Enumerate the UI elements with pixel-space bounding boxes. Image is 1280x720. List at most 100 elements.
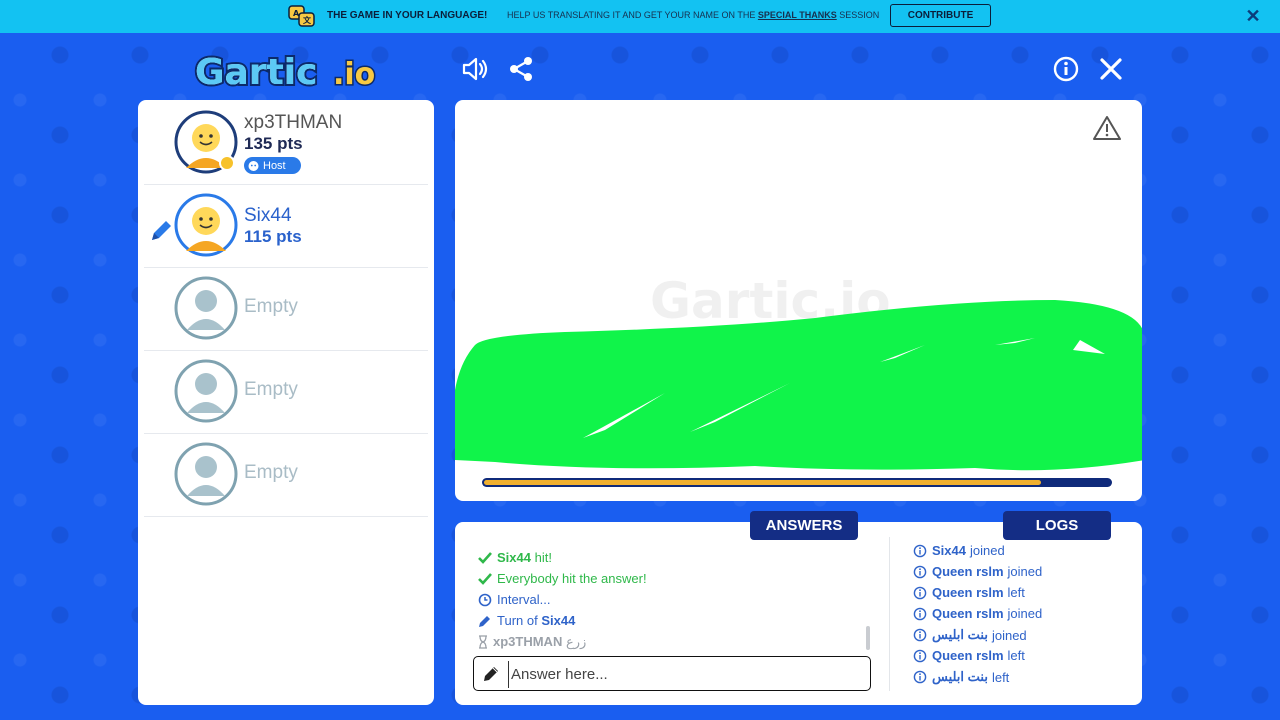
answer-text-part: Turn of xyxy=(497,613,542,628)
log-action: joined xyxy=(1007,564,1043,579)
player-points: 115 pts xyxy=(244,227,302,246)
log-action: left xyxy=(1007,585,1025,600)
info-icon xyxy=(913,628,927,642)
answer-text-part: زرع xyxy=(562,634,587,649)
check-icon xyxy=(478,551,492,564)
answer-text: Six44 hit! xyxy=(497,550,552,565)
answer-item: Turn of Six44 xyxy=(478,613,575,628)
answer-text-part: hit! xyxy=(530,550,552,565)
log-item: Queen rslm left xyxy=(913,648,1025,663)
log-player-name: Queen rslm xyxy=(932,585,1004,600)
player-row: Empty xyxy=(144,351,428,434)
answer-player-name: Six44 xyxy=(497,550,531,565)
answers-scrollbar[interactable] xyxy=(866,626,870,650)
player-points: 135 pts xyxy=(244,134,303,153)
log-action: joined xyxy=(991,627,1027,643)
empty-avatar-icon xyxy=(174,442,238,506)
empty-avatar-icon xyxy=(174,359,238,423)
log-player-name: بنت ابليس xyxy=(932,627,988,642)
answer-item: Interval... xyxy=(478,592,550,607)
log-item: Six44 joined xyxy=(913,543,1005,558)
log-player-name: Queen rslm xyxy=(932,648,1004,663)
translate-icon: A 文 xyxy=(288,5,315,27)
info-icon xyxy=(913,670,927,684)
answer-text: Interval... xyxy=(497,592,550,607)
answer-input[interactable] xyxy=(508,661,863,688)
player-name: Empty xyxy=(244,462,298,483)
answer-text-part: Everybody hit the answer! xyxy=(497,571,647,586)
answer-text-part: Interval... xyxy=(497,592,551,607)
drawing-canvas[interactable]: Gartic.io xyxy=(455,100,1142,501)
host-badge: Host xyxy=(244,157,301,174)
answer-text: Turn of Six44 xyxy=(497,613,575,628)
drawing-stroke xyxy=(455,300,1142,471)
check-icon xyxy=(478,572,492,585)
log-item: Queen rslm left xyxy=(913,585,1025,600)
empty-avatar-icon xyxy=(174,276,238,340)
round-timer-fill xyxy=(484,480,1041,485)
log-item: Queen rslm joined xyxy=(913,606,1042,621)
log-player-name: Six44 xyxy=(932,543,966,558)
hourglass-icon xyxy=(479,635,487,649)
svg-text:文: 文 xyxy=(303,15,312,25)
pencil-icon xyxy=(152,221,171,240)
close-icon[interactable] xyxy=(1096,54,1126,84)
share-icon[interactable] xyxy=(506,54,536,84)
pencil-icon xyxy=(479,615,490,627)
gartic-logo: Gartic Gartic .io xyxy=(193,50,377,92)
player-row: Six44 115 pts xyxy=(144,185,428,268)
answer-text: Everybody hit the answer! xyxy=(497,571,647,586)
log-action: left xyxy=(991,669,1010,685)
banner-subtext-suffix: SESSION xyxy=(836,10,880,20)
log-action: joined xyxy=(969,543,1005,558)
info-icon xyxy=(913,586,927,599)
contribute-button[interactable]: CONTRIBUTE xyxy=(890,4,991,27)
log-item: Queen rslm joined xyxy=(913,564,1042,579)
special-thanks-link[interactable]: SPECIAL THANKS xyxy=(758,10,837,20)
avatar xyxy=(174,110,238,174)
log-item: بنت ابليس left xyxy=(913,669,1009,685)
banner-subtext: HELP US TRANSLATING IT AND GET YOUR NAME… xyxy=(507,10,879,20)
answer-item: Six44 hit! xyxy=(478,550,552,565)
answer-text: xp3THMAN زرع xyxy=(493,634,586,650)
answer-item: Everybody hit the answer! xyxy=(478,571,647,586)
log-action: left xyxy=(1007,648,1025,663)
host-badge-label: Host xyxy=(263,159,286,172)
svg-text:Gartic: Gartic xyxy=(195,52,317,92)
player-row: Empty xyxy=(144,268,428,351)
log-player-name: Queen rslm xyxy=(932,564,1004,579)
log-action: joined xyxy=(1007,606,1043,621)
report-warning-icon[interactable] xyxy=(1092,114,1122,142)
banner-subtext-prefix: HELP US TRANSLATING IT AND GET YOUR NAME… xyxy=(507,10,758,20)
answer-item: xp3THMAN زرع xyxy=(478,634,586,650)
player-name: Empty xyxy=(244,379,298,400)
players-panel: xp3THMAN 135 pts Host Six44 115 pts Empt… xyxy=(138,100,434,705)
answer-input-box xyxy=(473,656,871,691)
clock-icon xyxy=(478,593,492,606)
answer-player-name: Six44 xyxy=(541,613,576,628)
player-name: Empty xyxy=(244,296,298,317)
pencil-icon xyxy=(484,667,498,681)
tab-logs[interactable]: LOGS xyxy=(1003,511,1111,540)
banner-headline: THE GAME IN YOUR LANGUAGE! xyxy=(327,10,488,21)
svg-text:A: A xyxy=(293,9,300,18)
crown-face-icon xyxy=(248,161,259,171)
player-name: xp3THMAN xyxy=(244,112,343,133)
log-player-name: Queen rslm xyxy=(932,606,1004,621)
log-player-name: بنت ابليس xyxy=(932,669,988,684)
info-icon xyxy=(913,649,927,662)
panel-divider xyxy=(889,537,890,691)
close-banner-icon[interactable]: ✕ xyxy=(1245,7,1261,25)
player-name: Six44 xyxy=(244,205,292,226)
info-icon[interactable] xyxy=(1051,54,1081,84)
tab-answers[interactable]: ANSWERS xyxy=(750,511,858,540)
svg-text:.io: .io xyxy=(333,57,375,92)
info-icon xyxy=(913,544,927,557)
round-timer-bar xyxy=(482,478,1112,487)
info-icon xyxy=(913,607,927,620)
info-icon xyxy=(913,565,927,578)
player-row: xp3THMAN 135 pts Host xyxy=(144,102,428,185)
player-row: Empty xyxy=(144,434,428,517)
log-item: بنت ابليس joined xyxy=(913,627,1027,643)
speaker-icon[interactable] xyxy=(460,54,490,84)
